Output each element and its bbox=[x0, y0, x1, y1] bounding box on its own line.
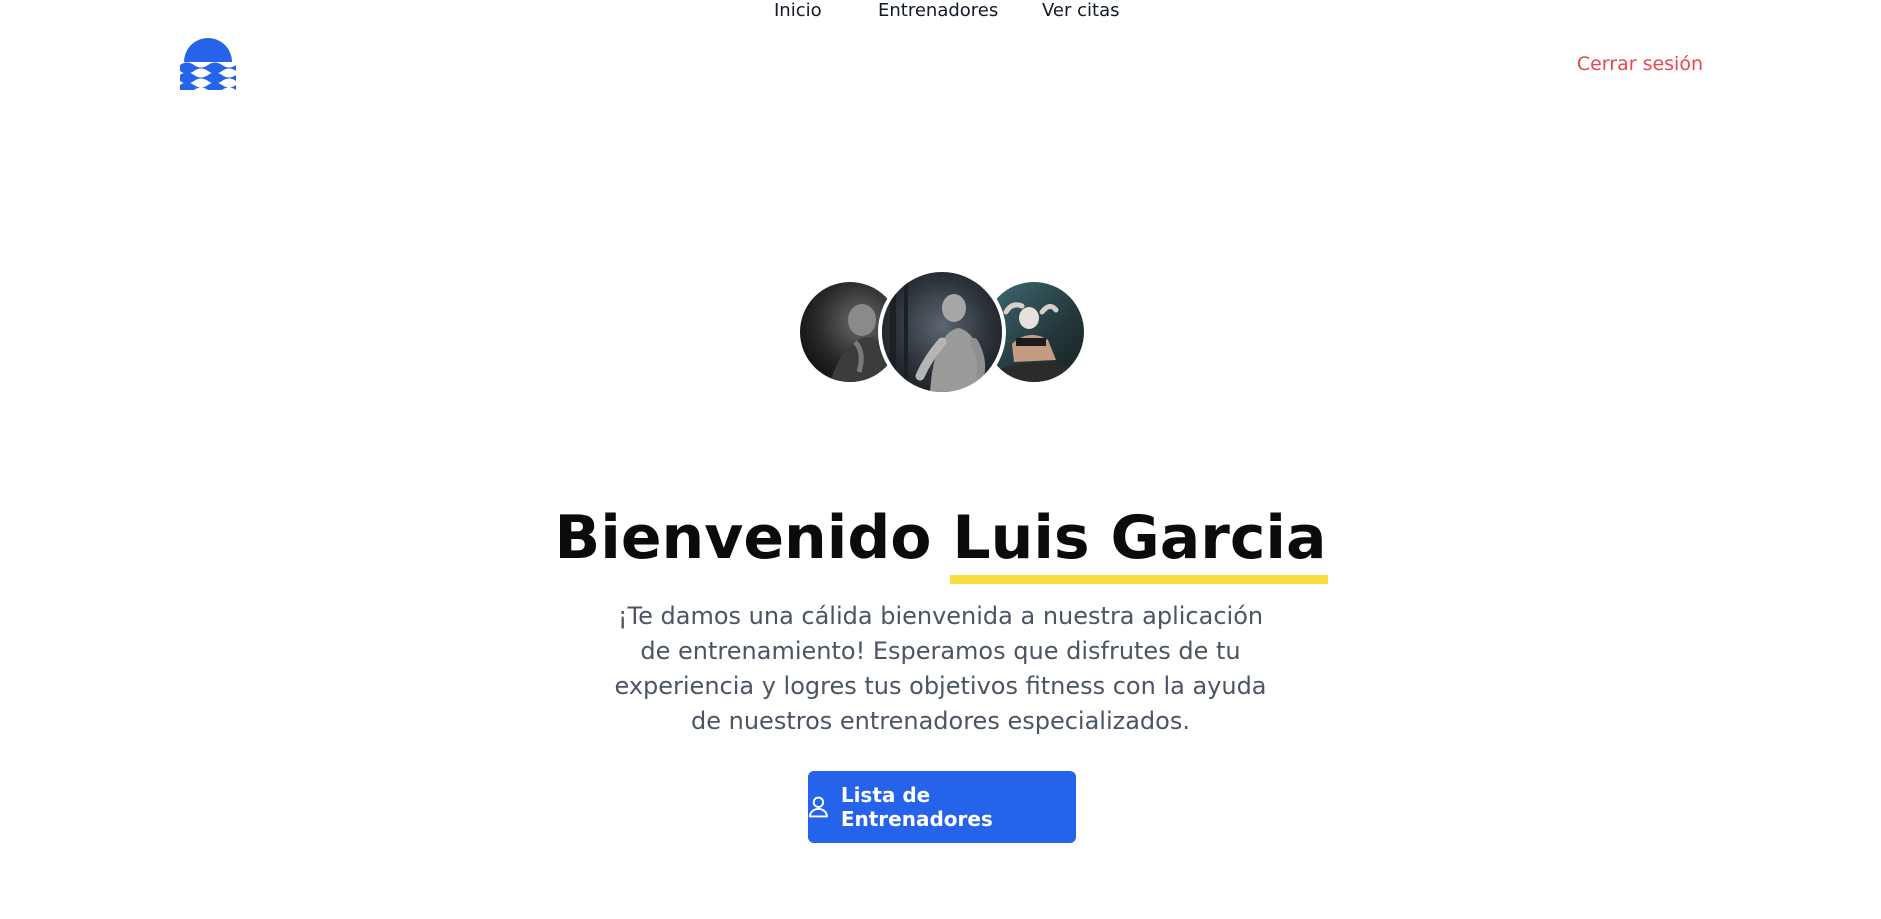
trainer-avatar-group bbox=[796, 268, 1088, 396]
trainers-list-button[interactable]: Lista de Entrenadores bbox=[808, 771, 1076, 843]
trainer-photo-2 bbox=[882, 272, 1002, 392]
nav-link-ver-citas[interactable]: Ver citas bbox=[1042, 0, 1119, 21]
user-name: Luis Garcia bbox=[952, 503, 1327, 574]
top-navbar: Inicio Entrenadores Ver citas Cerrar ses… bbox=[0, 0, 1881, 130]
waves-logo-icon[interactable] bbox=[178, 38, 238, 93]
nav-link-inicio[interactable]: Inicio bbox=[774, 0, 822, 21]
logout-link[interactable]: Cerrar sesión bbox=[1577, 53, 1703, 75]
waves-logo-icon-svg bbox=[180, 38, 236, 93]
welcome-description: ¡Te damos una cálida bienvenida a nuestr… bbox=[614, 602, 1267, 735]
name-underline-highlight bbox=[950, 575, 1329, 585]
user-name-highlight: Luis Garcia bbox=[950, 502, 1329, 585]
trainers-list-button-label: Lista de Entrenadores bbox=[840, 783, 993, 831]
welcome-prefix: Bienvenido bbox=[554, 503, 932, 574]
welcome-title: Bienvenido Luis Garcia bbox=[0, 502, 1881, 585]
user-icon bbox=[808, 796, 828, 818]
trainer-avatar-2 bbox=[878, 268, 1006, 396]
nav-link-entrenadores[interactable]: Entrenadores bbox=[878, 0, 998, 21]
page: Inicio Entrenadores Ver citas Cerrar ses… bbox=[0, 0, 1881, 919]
